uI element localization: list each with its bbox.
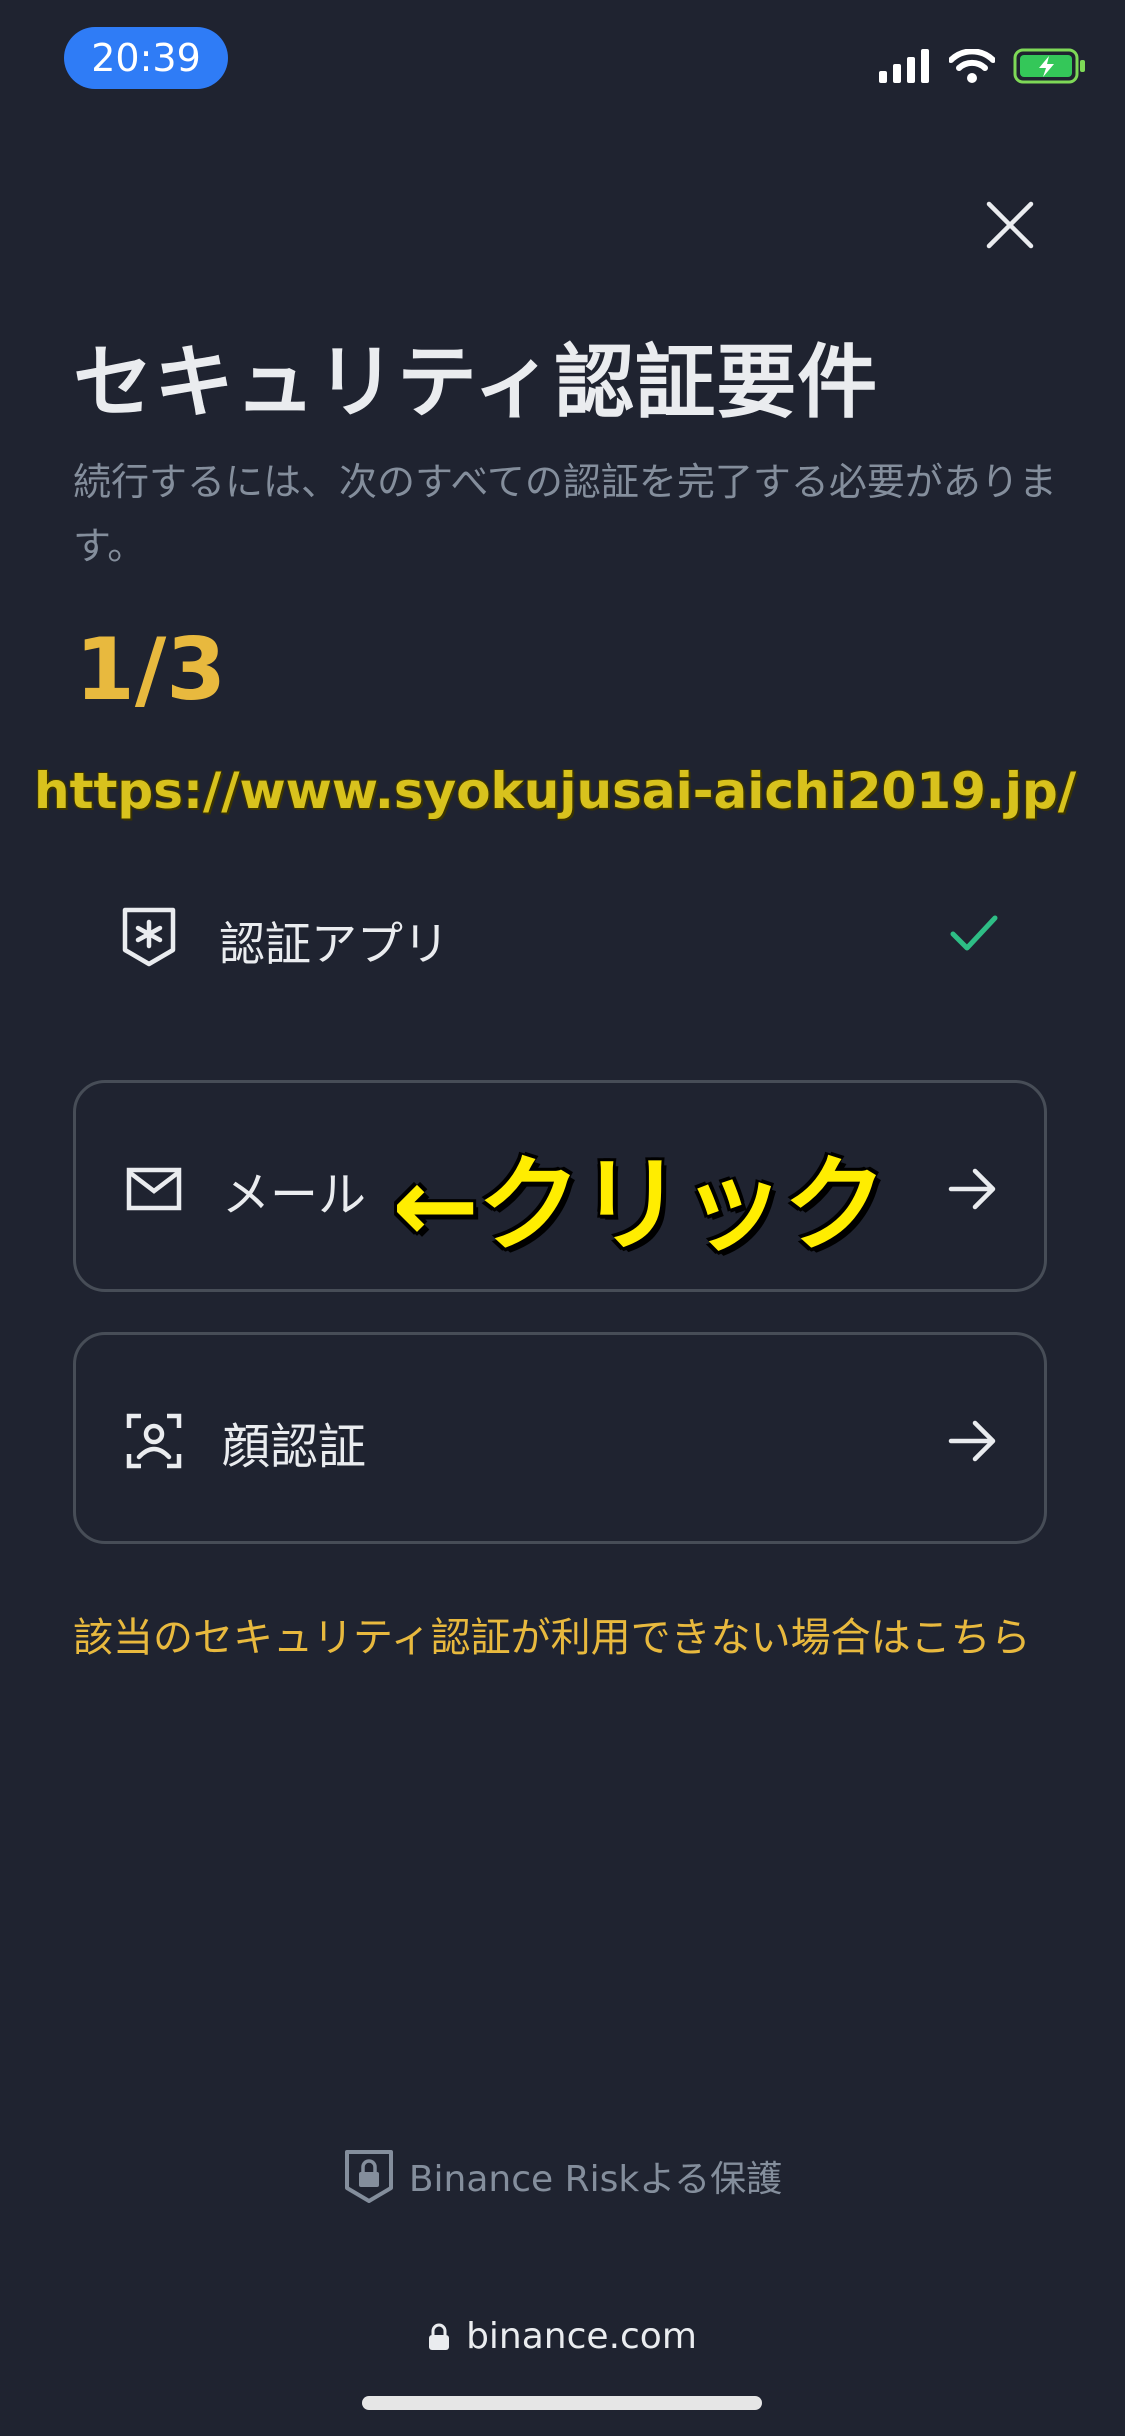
page-title: セキュリティ認証要件 (73, 336, 879, 429)
verification-unavailable-link[interactable]: 該当のセキュリティ認証が利用できない場合はこちら (73, 1605, 1063, 1671)
close-icon[interactable] (985, 200, 1035, 250)
verification-label: 顔認証 (222, 1419, 367, 1475)
battery-icon (1013, 48, 1085, 84)
home-indicator[interactable] (362, 2396, 762, 2410)
arrow-right-icon (948, 1168, 996, 1210)
shield-lock-icon (344, 2150, 393, 2203)
verification-label: メール (222, 1167, 367, 1223)
lock-icon (429, 2323, 450, 2350)
progress-counter: 1/3 (75, 620, 227, 720)
watermark-url: https://www.syokujusai-aichi2019.jp/ (34, 762, 1077, 820)
page-subtitle: 続行するには、次のすべての認証を完了する必要があります。 (73, 460, 1057, 568)
authenticator-shield-icon (122, 907, 176, 967)
browser-domain-bar: binance.com (0, 2316, 1125, 2357)
signal-icon (879, 49, 929, 83)
status-time: 20:39 (64, 27, 228, 89)
check-icon (950, 915, 998, 951)
status-icons (879, 44, 1087, 88)
click-annotation: ←クリック (392, 1144, 887, 1266)
binance-risk-protection: Binance Riskよる保護 (0, 2148, 1125, 2204)
verification-label: 認証アプリ (219, 917, 449, 971)
wifi-icon (949, 49, 995, 83)
verification-face-card[interactable]: 顔認証 (73, 1332, 1047, 1544)
protection-text: Binance Riskよる保護 (408, 2159, 783, 2200)
domain-text: binance.com (466, 2316, 697, 2357)
face-scan-icon (126, 1413, 182, 1469)
arrow-right-icon (948, 1420, 996, 1462)
mail-icon (126, 1167, 182, 1211)
verification-authenticator-app: 認証アプリ (73, 880, 1053, 990)
